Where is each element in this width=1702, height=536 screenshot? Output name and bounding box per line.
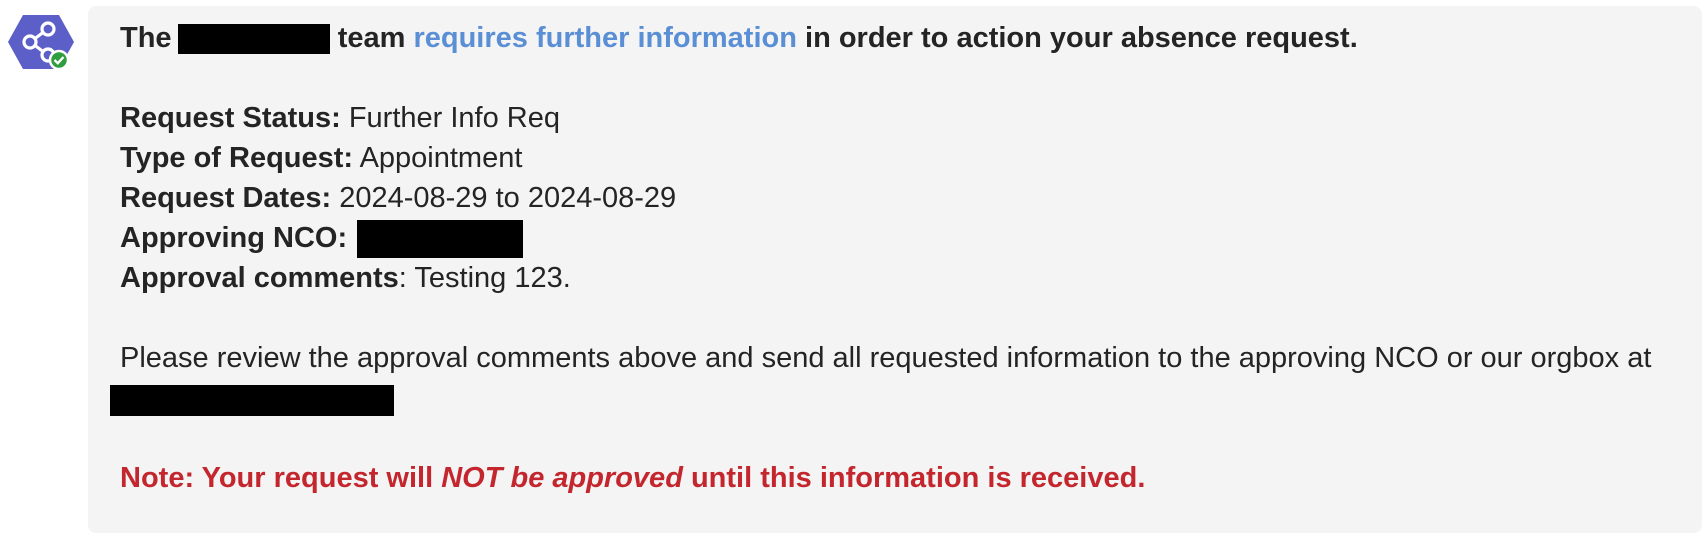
note-end: until this information is received. <box>690 462 1146 494</box>
request-type-value: Appointment <box>359 142 523 174</box>
request-dates-label: Request Dates: <box>120 182 332 214</box>
request-dates-row: Request Dates: 2024-08-29 to 2024-08-29 <box>120 180 676 216</box>
request-type-row: Type of Request: Appointment <box>120 140 522 176</box>
approving-nco-label: Approving NCO: <box>120 222 348 254</box>
request-status-row: Request Status: Further Info Req <box>120 100 560 136</box>
message-card: The team requires further information in… <box>88 6 1702 533</box>
status-check-badge <box>48 49 70 71</box>
further-info-link[interactable]: requires further information <box>413 22 797 54</box>
instruction-text: Please review the approval comments abov… <box>120 342 1652 374</box>
approval-comments-row: Approval comments: Testing 123. <box>120 260 571 296</box>
bot-avatar[interactable] <box>8 12 74 74</box>
redacted-nco-name <box>357 220 524 259</box>
redacted-team-name <box>177 24 330 55</box>
request-status-value: Further Info Req <box>348 102 560 134</box>
intro-line: The team requires further information in… <box>120 20 1358 56</box>
note-start: Note: Your request will <box>120 462 434 494</box>
approval-comments-label: Approval comments <box>120 262 399 294</box>
intro-end: in order to action your absence request. <box>805 22 1358 54</box>
request-status-label: Request Status: <box>120 102 341 134</box>
note-emphasis: NOT be approved <box>441 462 683 494</box>
approval-comments-value: : Testing 123. <box>398 262 571 294</box>
intro-before: The <box>120 22 172 54</box>
share-nodes-icon <box>8 15 74 71</box>
request-dates-value: 2024-08-29 to 2024-08-29 <box>339 182 677 214</box>
intro-after: team <box>337 22 406 54</box>
request-type-label: Type of Request: <box>120 142 354 174</box>
redacted-orgbox-email <box>110 385 394 416</box>
approving-nco-row: Approving NCO: <box>120 220 524 259</box>
warning-note: Note: Your request will NOT be approved … <box>120 460 1145 496</box>
